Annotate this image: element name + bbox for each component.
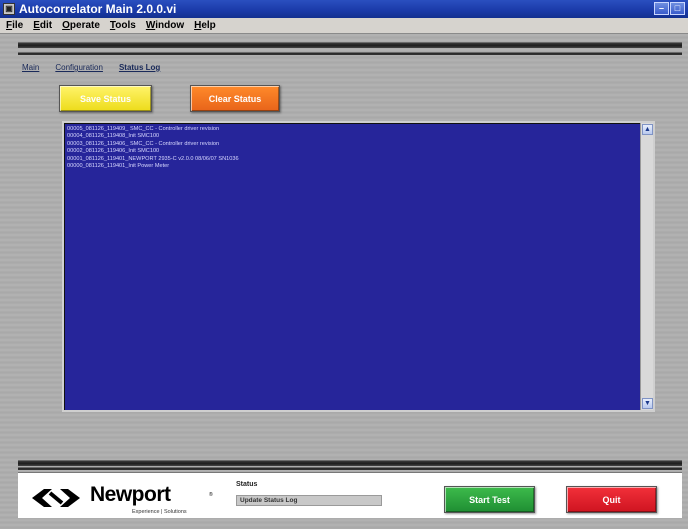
nav-configuration[interactable]: Configuration [55,63,103,72]
menu-file[interactable]: File [6,20,23,31]
registered-mark: ® [209,492,213,498]
app-icon: ▣ [3,3,15,15]
maximize-button[interactable]: □ [670,2,685,15]
bottom-divider-thin [18,467,682,470]
menu-window[interactable]: Window [146,20,184,31]
nav-status-log[interactable]: Status Log [119,63,160,72]
log-line: 00004_081126_119408_Init SMC100 [67,133,160,140]
clear-status-button[interactable]: Clear Status [190,85,280,112]
brand-tagline: Experience | Solutions [132,509,187,515]
bottom-divider [18,460,682,466]
window-controls: – □ [654,2,685,15]
menu-edit[interactable]: Edit [33,20,52,31]
page-nav: Main Configuration Status Log [22,63,160,72]
newport-logo: Newport ® Experience | Solutions [30,481,220,515]
window-title: Autocorrelator Main 2.0.0.vi [19,2,177,16]
minimize-button[interactable]: – [654,2,669,15]
menu-bar: File Edit Operate Tools Window Help [0,18,688,34]
brand-name: Newport [90,483,171,506]
top-divider [18,42,682,48]
log-line: 00003_081126_119406_ SMC_CC - Controller… [67,140,220,147]
log-line: 00000_081126_119401_Init Power Meter [67,163,170,170]
status-label: Status [236,481,258,488]
log-scrollbar[interactable]: ▲ ▼ [640,123,653,410]
footer-bar: Newport ® Experience | Solutions Status … [18,472,682,518]
save-status-button[interactable]: Save Status [59,85,152,112]
scroll-up-icon[interactable]: ▲ [642,124,653,135]
log-lines: 00005_081126_119409_ SMC_CC - Controller… [67,126,637,170]
menu-help[interactable]: Help [194,20,216,31]
log-line: 00001_081126_119401_NEWPORT 2935-C v2.0.… [67,155,239,162]
quit-button[interactable]: Quit [566,486,657,513]
nav-main[interactable]: Main [22,63,39,72]
log-line: 00005_081126_119409_ SMC_CC - Controller… [67,126,220,132]
status-log-panel[interactable]: 00005_081126_119409_ SMC_CC - Controller… [62,121,655,412]
log-line: 00002_081126_119406_Init SMC100 [67,148,160,155]
title-bar: ▣ Autocorrelator Main 2.0.0.vi – □ [0,0,688,18]
status-value: Update Status Log [236,495,382,506]
menu-tools[interactable]: Tools [110,20,136,31]
start-test-button[interactable]: Start Test [444,486,535,513]
menu-operate[interactable]: Operate [62,20,100,31]
scroll-down-icon[interactable]: ▼ [642,398,653,409]
newport-logo-icon [32,489,80,507]
top-divider-thin [18,52,682,55]
